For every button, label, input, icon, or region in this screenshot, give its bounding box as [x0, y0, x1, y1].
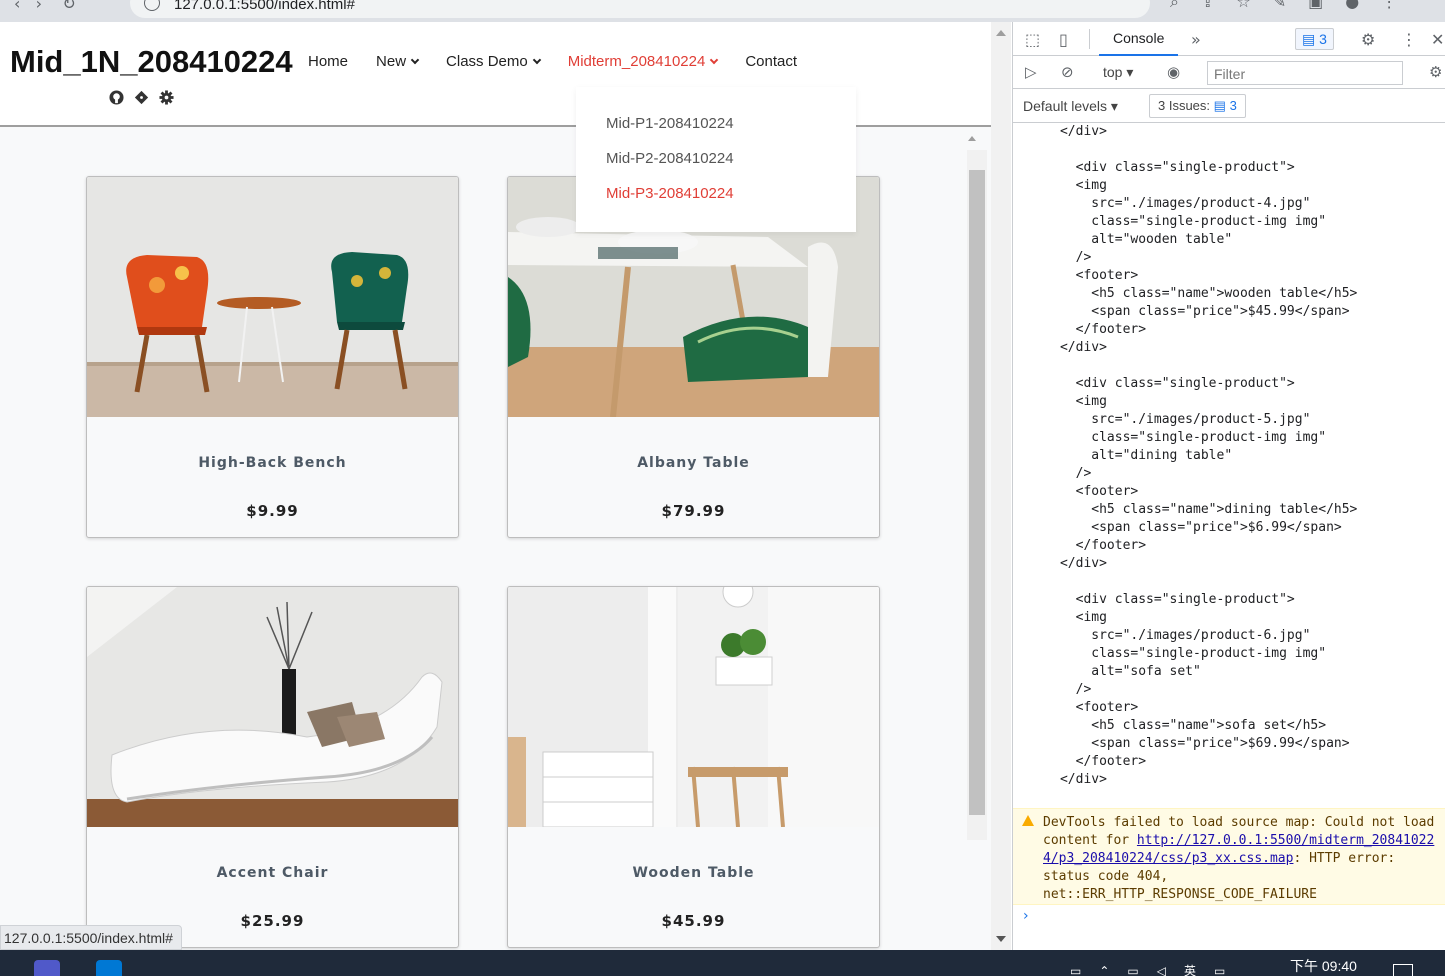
chevron-down-icon: [410, 55, 420, 64]
chevron-down-icon: [532, 55, 541, 64]
console-settings-icon[interactable]: ⚙: [1429, 63, 1442, 81]
eye-icon[interactable]: ◉: [1167, 63, 1180, 81]
dropdown-item-mid-p2[interactable]: Mid-P2-208410224: [576, 151, 856, 186]
page-scrollbar-thumb[interactable]: [969, 170, 985, 815]
viewport-scrollbar[interactable]: [968, 22, 1011, 950]
product-name: Wooden Table: [632, 865, 755, 881]
tab-console[interactable]: Console: [1099, 22, 1179, 56]
notification-icon[interactable]: [1393, 964, 1413, 976]
product-price: $9.99: [246, 502, 299, 520]
product-image: [87, 587, 458, 827]
product-card[interactable]: Wooden Table $45.99: [507, 586, 880, 948]
product-name: Accent Chair: [216, 865, 329, 881]
scroll-up-icon[interactable]: [968, 136, 976, 141]
nav-contact[interactable]: Contact: [745, 53, 797, 70]
console-warning: DevTools failed to load source map: Coul…: [1013, 808, 1445, 905]
taskbar-clock: 下午 09:40: [1290, 958, 1357, 974]
midterm-dropdown-menu: Mid-P1-208410224 Mid-P2-208410224 Mid-P3…: [576, 87, 856, 232]
nav-new[interactable]: New: [376, 53, 420, 70]
github-icon[interactable]: [108, 89, 124, 105]
product-name: High-Back Bench: [198, 455, 347, 471]
console-code-output: </div> <div class="single-product"> <img…: [1013, 123, 1445, 808]
context-select[interactable]: top ▾: [1103, 64, 1133, 81]
nav-midterm[interactable]: Midterm_208410224: [568, 53, 719, 70]
device-toolbar-icon[interactable]: ▯: [1059, 30, 1068, 49]
issues-button[interactable]: 3 Issues: ▤ 3: [1149, 94, 1246, 118]
product-name: Albany Table: [637, 455, 750, 471]
social-icons: [108, 89, 174, 105]
product-card[interactable]: Accent Chair $25.99: [86, 586, 459, 948]
product-image: [508, 587, 879, 827]
dropdown-item-mid-p1[interactable]: Mid-P1-208410224: [576, 116, 856, 151]
address-bar[interactable]: 127.0.0.1:5500/index.html#: [130, 0, 1150, 18]
code-block: </div> <div class="single-product"> <img…: [1059, 124, 1358, 787]
log-levels-select[interactable]: Default levels ▾: [1023, 98, 1118, 115]
main-nav: Home New Class Demo Midterm_208410224 Co…: [308, 53, 825, 70]
product-price: $45.99: [661, 912, 726, 930]
scroll-up-icon[interactable]: [996, 30, 1006, 36]
os-taskbar: ▭⌃▭◁英▭ 下午 09:40: [0, 950, 1445, 976]
close-icon[interactable]: ✕: [1431, 30, 1444, 49]
nav-home[interactable]: Home: [308, 53, 348, 70]
browser-toolbar: ‹ › ↻ 127.0.0.1:5500/index.html# ⌕⇪☆✎▣●⋮: [0, 0, 1445, 22]
inspect-element-icon[interactable]: ⬚: [1025, 30, 1040, 49]
more-tabs-icon[interactable]: »: [1191, 30, 1201, 49]
console-toolbar: ▷ ⊘ top ▾ ◉ Filter ⚙: [1013, 57, 1445, 89]
dropdown-item-mid-p3[interactable]: Mid-P3-208410224: [576, 186, 856, 221]
site-info-icon[interactable]: [144, 0, 160, 11]
issues-badge[interactable]: ▤ 3: [1295, 28, 1334, 50]
warning-icon: [1022, 815, 1034, 826]
chevron-down-icon: [710, 55, 719, 64]
nav-class-demo[interactable]: Class Demo: [446, 53, 541, 70]
settings-gear-icon[interactable]: ⚙: [1361, 30, 1375, 49]
back-forward-reload-icons[interactable]: ‹ › ↻: [14, 0, 76, 13]
site-brand[interactable]: Mid_1N_208410224: [10, 44, 293, 80]
page-viewport: High-Back Bench $9.99 Albany Table $79.9…: [0, 22, 991, 950]
vscode-app-icon[interactable]: [96, 960, 122, 976]
product-card[interactable]: High-Back Bench $9.99: [86, 176, 459, 538]
address-text[interactable]: 127.0.0.1:5500/index.html#: [174, 0, 355, 13]
filter-input[interactable]: Filter: [1207, 61, 1403, 85]
console-levels-bar: Default levels ▾ 3 Issues: ▤ 3: [1013, 89, 1445, 123]
console-prompt-icon[interactable]: ›: [1023, 908, 1029, 924]
devtools-tabbar: ⬚ ▯ Console » ▤ 3 ⚙ ⋮ ✕: [1013, 22, 1445, 56]
sidebar-toggle-icon[interactable]: ▷: [1025, 63, 1037, 81]
more-options-icon[interactable]: ⋮: [1401, 30, 1417, 49]
teams-app-icon[interactable]: [34, 960, 60, 976]
browser-action-icons[interactable]: ⌕⇪☆✎▣●⋮: [1170, 0, 1419, 12]
gear-icon[interactable]: [158, 89, 174, 105]
product-price: $79.99: [661, 502, 726, 520]
scroll-down-icon[interactable]: [996, 936, 1006, 942]
clear-console-icon[interactable]: ⊘: [1061, 63, 1074, 81]
git-icon[interactable]: [133, 89, 149, 105]
product-image: [87, 177, 458, 417]
status-bar-url: 127.0.0.1:5500/index.html#: [0, 925, 182, 950]
system-tray-icons[interactable]: ▭⌃▭◁英▭: [1070, 962, 1243, 976]
devtools-panel: ⬚ ▯ Console » ▤ 3 ⚙ ⋮ ✕ ▷ ⊘ top ▾ ◉ Filt…: [1012, 22, 1445, 950]
